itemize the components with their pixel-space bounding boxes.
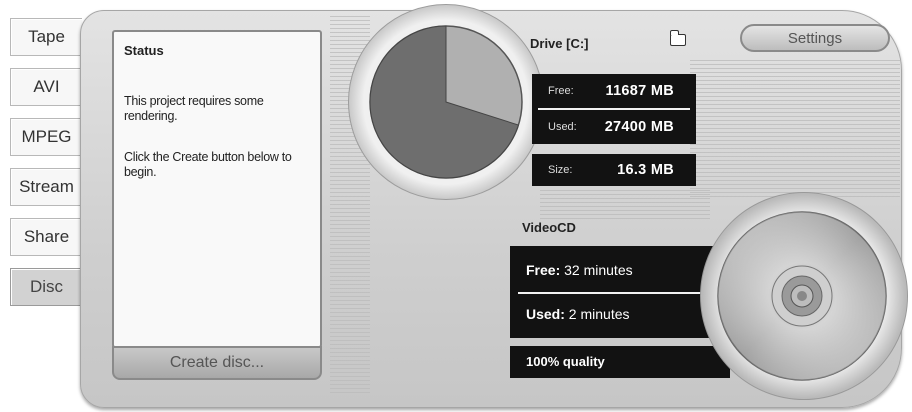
drive-label: Drive [C:]	[530, 36, 589, 51]
disc-free-row: Free: 32 minutes	[526, 262, 633, 278]
tab-stream[interactable]: Stream	[10, 168, 82, 206]
tab-mpeg[interactable]: MPEG	[10, 118, 82, 156]
disc-free-label: Free:	[526, 262, 561, 278]
drive-free-row: Free: 11687 MB	[532, 74, 696, 108]
readout-divider	[518, 292, 722, 294]
tab-share[interactable]: Share	[10, 218, 82, 256]
disc-type-label: VideoCD	[522, 220, 576, 235]
size-row: Size: 16.3 MB	[532, 154, 696, 186]
disc-used-value: 2 minutes	[568, 306, 630, 322]
drive-free-label: Free:	[548, 85, 574, 97]
size-value: 16.3 MB	[617, 162, 674, 178]
status-message-instructions: Click the Create button below to begin.	[124, 150, 292, 179]
status-title: Status	[124, 43, 164, 58]
tab-avi[interactable]: AVI	[10, 68, 82, 106]
output-size-readout: Size: 16.3 MB	[532, 154, 696, 186]
disc-used-label: Used:	[526, 306, 565, 322]
disc-free-value: 32 minutes	[564, 262, 633, 278]
quality-value: 100% quality	[526, 354, 605, 369]
drive-used-value: 27400 MB	[604, 119, 674, 135]
disc-used-row: Used: 2 minutes	[526, 306, 630, 322]
drive-used-label: Used:	[548, 121, 577, 133]
drive-free-value: 11687 MB	[605, 83, 674, 99]
drive-used-row: Used: 27400 MB	[532, 110, 696, 144]
disk-usage-pie	[369, 25, 523, 179]
quality-readout: 100% quality	[510, 346, 730, 378]
status-box: Status This project requires some render…	[112, 30, 322, 348]
size-label: Size:	[548, 164, 573, 176]
drive-space-readout: Free: 11687 MB Used: 27400 MB	[532, 74, 696, 144]
panel-stripes-right	[690, 60, 900, 200]
panel-stripes-mid	[540, 190, 710, 220]
tab-tape[interactable]: Tape	[10, 18, 82, 56]
status-message-rendering: This project requires some rendering.	[124, 94, 264, 123]
disc-icon	[717, 211, 887, 381]
tab-disc[interactable]: Disc	[10, 268, 82, 306]
disc-space-readout: Free: 32 minutes Used: 2 minutes	[510, 246, 730, 338]
settings-button[interactable]: Settings	[740, 24, 890, 52]
create-disc-button[interactable]: Create disc...	[112, 346, 322, 380]
folder-icon[interactable]	[670, 30, 686, 46]
